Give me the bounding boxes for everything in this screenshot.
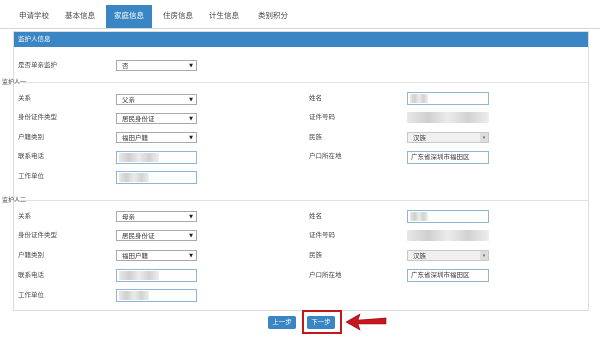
chevron-down-icon: ▼ <box>189 233 193 239</box>
tab-family-info[interactable]: 家庭信息 <box>106 5 152 28</box>
tab-basic-info[interactable]: 基本信息 <box>60 7 100 28</box>
g1-ethnic-label: 民族 <box>309 133 322 141</box>
single-parent-value: 否 <box>122 62 129 70</box>
guardian-panel: 监护人信息 是否单亲监护 否 ▼ 监护人一 关系 父亲 ▼ 姓名 身份证件类型 … <box>2 31 589 311</box>
g1-work-label: 工作单位 <box>18 172 44 180</box>
g2-hukou-loc-label: 户口所在地 <box>309 271 342 279</box>
tab-family-planning-info[interactable]: 计生信息 <box>203 7 245 28</box>
chevron-down-icon: ▾ <box>480 133 488 142</box>
g1-hukou-loc-label: 户口所在地 <box>309 152 342 160</box>
single-parent-label: 是否单亲监护 <box>18 61 57 69</box>
redacted-blur <box>410 212 428 221</box>
g2-relation-label: 关系 <box>18 212 31 220</box>
highlight-box <box>302 310 342 334</box>
g2-ethnic-value: 汉族 <box>413 252 426 260</box>
g1-id-type-value: 居民身份证 <box>122 115 155 123</box>
g1-phone-input[interactable] <box>116 151 197 164</box>
g1-relation-value: 父亲 <box>122 96 135 104</box>
g2-hukou-select[interactable]: 福田户籍 ▼ <box>116 250 197 261</box>
g1-name-label: 姓名 <box>309 94 322 102</box>
g1-name-input[interactable] <box>407 92 489 105</box>
g2-phone-input[interactable] <box>116 269 197 282</box>
g1-hukou-loc-input[interactable]: 广东省深圳市福田区 <box>407 151 489 164</box>
chevron-down-icon: ▼ <box>189 63 193 69</box>
g1-relation-label: 关系 <box>18 94 31 102</box>
prev-button[interactable]: 上一步 <box>268 316 296 329</box>
redacted-blur <box>119 173 149 182</box>
single-parent-select[interactable]: 否 ▼ <box>116 60 197 71</box>
g2-phone-label: 联系电话 <box>18 271 44 279</box>
g2-id-no-label: 证件号码 <box>309 231 335 239</box>
tab-category-points[interactable]: 类别积分 <box>251 7 295 28</box>
g2-id-type-value: 居民身份证 <box>122 232 155 240</box>
g1-id-no-label: 证件号码 <box>309 113 335 121</box>
g2-name-input[interactable] <box>407 210 489 223</box>
arrow-left-icon <box>345 313 387 331</box>
guardian2-section-label: 监护人二 <box>2 197 27 204</box>
g2-id-type-label: 身份证件类型 <box>18 231 57 239</box>
g1-id-type-select[interactable]: 居民身份证 ▼ <box>116 113 197 124</box>
g2-relation-select[interactable]: 母亲 ▼ <box>116 211 197 222</box>
guardian1-section-label: 监护人一 <box>2 79 27 86</box>
tab-housing-info[interactable]: 住房信息 <box>157 7 199 28</box>
g2-hukou-loc-input[interactable]: 广东省深圳市福田区 <box>407 269 489 282</box>
g2-work-input[interactable] <box>116 289 197 302</box>
g1-hukou-value: 福田户籍 <box>122 134 148 142</box>
chevron-down-icon: ▼ <box>189 214 193 220</box>
redacted-blur <box>119 291 149 300</box>
g1-phone-label: 联系电话 <box>18 152 44 160</box>
g2-id-type-select[interactable]: 居民身份证 ▼ <box>116 230 197 241</box>
g2-work-label: 工作单位 <box>18 291 44 299</box>
g1-hukou-label: 户籍类别 <box>18 133 44 141</box>
g1-relation-select[interactable]: 父亲 ▼ <box>116 94 197 105</box>
g1-work-input[interactable] <box>116 171 197 184</box>
divider <box>14 200 588 201</box>
g1-ethnic-select[interactable]: 汉族 ▾ <box>407 132 489 143</box>
redacted-blur <box>119 271 159 280</box>
g2-hukou-value: 福田户籍 <box>122 252 148 260</box>
chevron-down-icon: ▼ <box>189 116 193 122</box>
g1-id-no-input[interactable] <box>407 112 489 123</box>
g2-name-label: 姓名 <box>309 212 322 220</box>
g2-relation-value: 母亲 <box>122 213 135 221</box>
chevron-down-icon: ▼ <box>189 253 193 259</box>
g2-ethnic-label: 民族 <box>309 251 322 259</box>
panel-header: 监护人信息 <box>14 32 588 47</box>
g2-id-no-input[interactable] <box>407 230 489 241</box>
tab-apply-school[interactable]: 申请学校 <box>14 7 54 28</box>
g1-id-type-label: 身份证件类型 <box>18 113 57 121</box>
chevron-down-icon: ▼ <box>189 97 193 103</box>
g2-ethnic-select[interactable]: 汉族 ▾ <box>407 250 489 261</box>
g1-ethnic-value: 汉族 <box>413 134 426 142</box>
g2-hukou-label: 户籍类别 <box>18 251 44 259</box>
redacted-blur <box>119 153 159 162</box>
chevron-down-icon: ▼ <box>189 135 193 141</box>
chevron-down-icon: ▾ <box>480 251 488 260</box>
panel-title: 监护人信息 <box>18 35 51 43</box>
g1-hukou-select[interactable]: 福田户籍 ▼ <box>116 132 197 143</box>
redacted-blur <box>410 94 428 103</box>
divider <box>14 82 588 83</box>
tab-bar: 申请学校 基本信息 家庭信息 住房信息 计生信息 类别积分 <box>0 0 600 29</box>
